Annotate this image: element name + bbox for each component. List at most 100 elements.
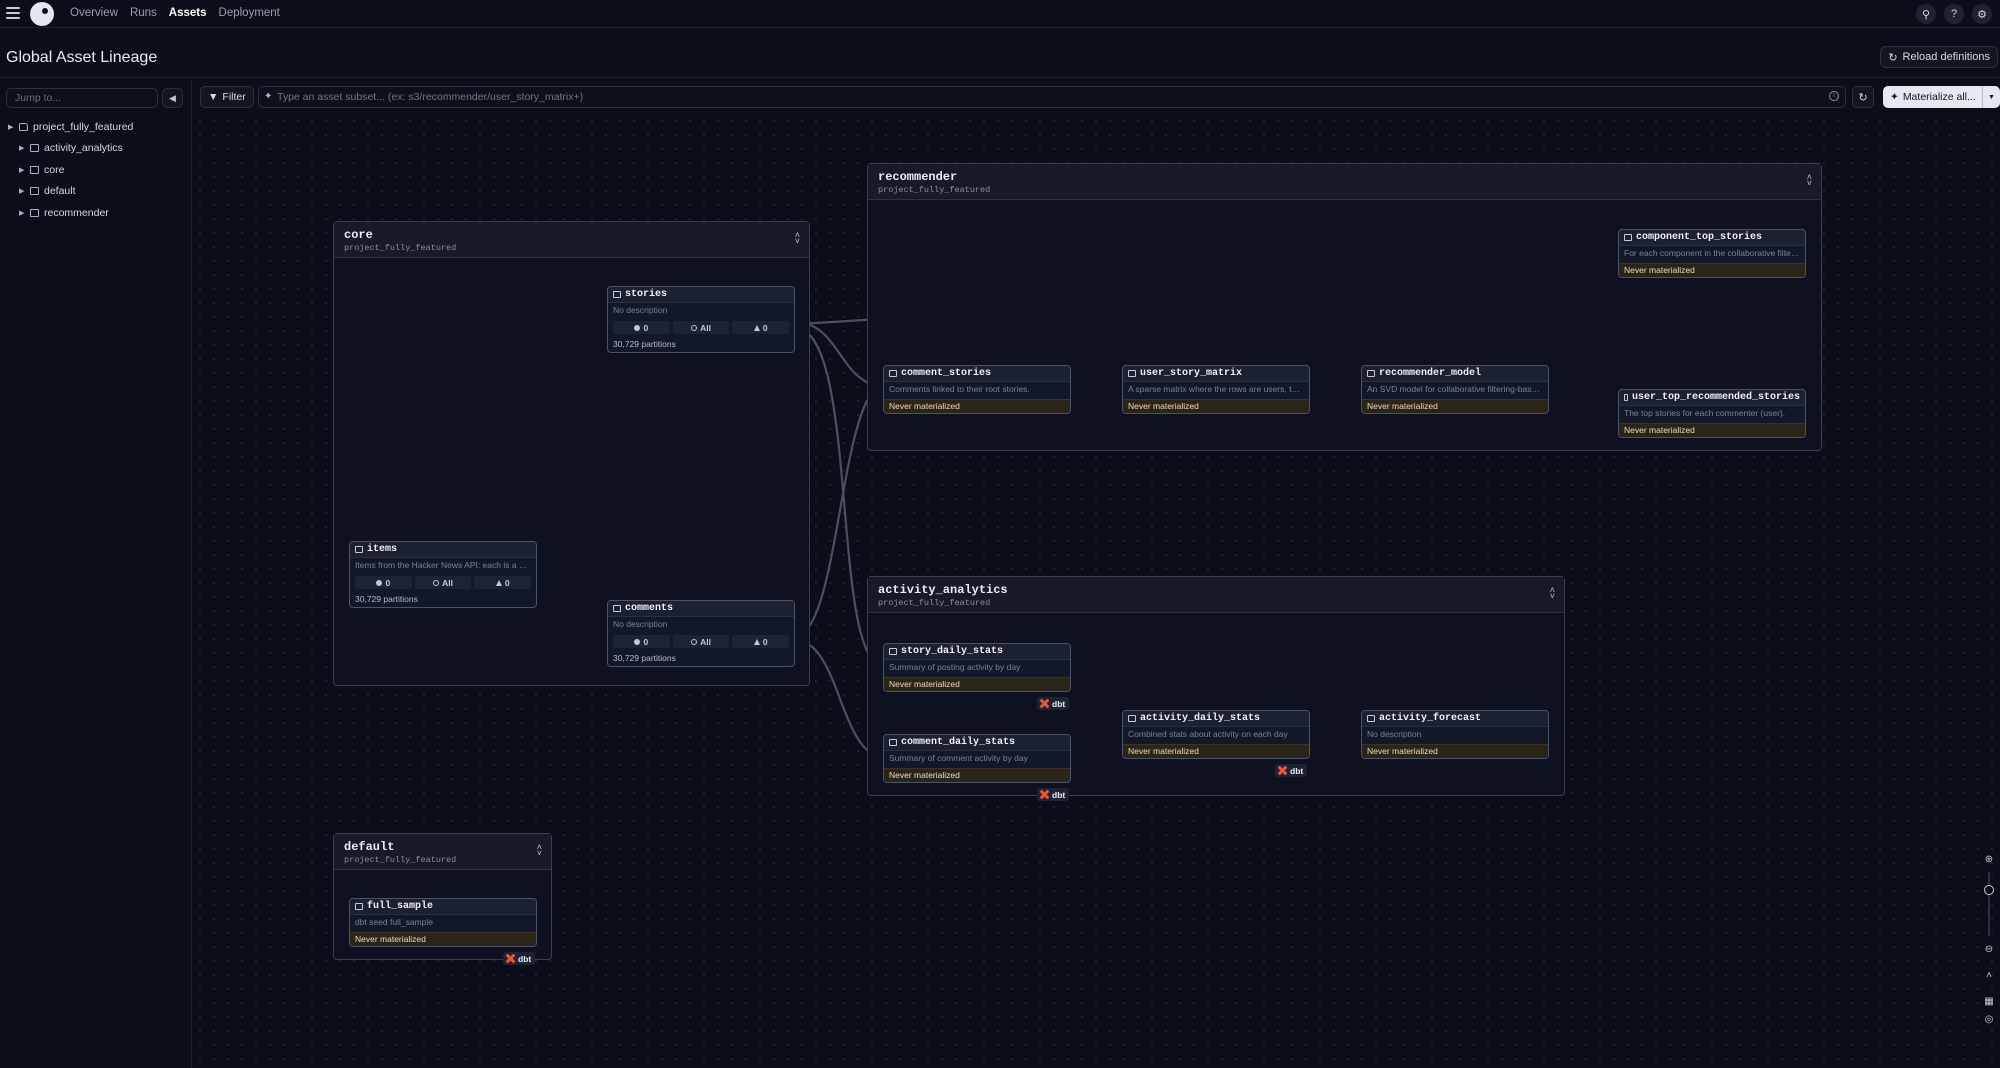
asset-node-comment-stories[interactable]: comment_stories Comments linked to their… xyxy=(883,365,1071,414)
materialization-status: Never materialized xyxy=(1123,399,1309,413)
failed-count[interactable]: 0 xyxy=(732,635,790,648)
asset-node-header: stories xyxy=(608,287,794,303)
asset-name: activity_daily_stats xyxy=(1140,713,1261,724)
table-icon xyxy=(1367,715,1375,722)
partition-stats: 0 All 0 xyxy=(608,320,794,335)
asset-node-header: full_sample xyxy=(350,899,536,915)
all-partitions[interactable]: All xyxy=(672,321,730,334)
collapse-group-icon[interactable]: ˄ ˅ xyxy=(537,843,542,858)
group-header[interactable]: activity_analytics project_fully_feature… xyxy=(868,577,1564,613)
group-header[interactable]: core project_fully_featured ˄ ˅ xyxy=(334,222,809,258)
stat-value: All xyxy=(442,577,453,588)
filled-circle-icon xyxy=(634,638,641,645)
asset-node-user-story-matrix[interactable]: user_story_matrix A sparse matrix where … xyxy=(1122,365,1310,414)
asset-node-user-top-recommended-stories[interactable]: user_top_recommended_stories The top sto… xyxy=(1618,389,1806,438)
materialization-status: Never materialized xyxy=(884,399,1070,413)
zoom-out-icon[interactable]: ⊖ xyxy=(1980,940,1998,958)
asset-node-story-daily-stats[interactable]: story_daily_stats Summary of posting act… xyxy=(883,643,1071,692)
materialization-status: Never materialized xyxy=(884,677,1070,691)
group-location: project_fully_featured xyxy=(344,243,457,253)
asset-node-stories[interactable]: stories No description 0 All 0 30,729 pa… xyxy=(607,286,795,353)
group-header[interactable]: recommender project_fully_featured ˄ ˅ xyxy=(868,164,1821,200)
collapse-group-icon[interactable]: ˄ ˅ xyxy=(1550,586,1555,601)
asset-name: stories xyxy=(625,289,668,300)
zoom-in-icon[interactable]: ⊕ xyxy=(1980,850,1998,868)
asset-name: component_top_stories xyxy=(1636,232,1763,243)
asset-node-header: activity_daily_stats xyxy=(1123,711,1309,727)
failed-count[interactable]: 0 xyxy=(474,576,532,589)
collapse-all-icon[interactable]: ˄ xyxy=(1980,966,1998,984)
warning-icon xyxy=(495,579,502,586)
asset-node-header: recommender_model xyxy=(1362,366,1548,382)
asset-node-recommender-model[interactable]: recommender_model An SVD model for colla… xyxy=(1361,365,1549,414)
all-partitions[interactable]: All xyxy=(414,576,472,589)
asset-node-comments[interactable]: comments No description 0 All 0 30,729 p… xyxy=(607,600,795,667)
lineage-edges xyxy=(536,250,1618,759)
materialized-count[interactable]: 0 xyxy=(613,635,670,648)
asset-node-items[interactable]: items Items from the Hacker News API: ea… xyxy=(349,541,537,608)
table-icon xyxy=(1128,370,1136,377)
asset-description: The top stories for each commenter (user… xyxy=(1624,408,1786,418)
group-header[interactable]: default project_fully_featured ˄ ˅ xyxy=(334,834,551,870)
asset-description: Items from the Hacker News API: each is … xyxy=(355,560,536,570)
table-icon xyxy=(889,648,897,655)
asset-node-header: story_daily_stats xyxy=(884,644,1070,660)
all-partitions[interactable]: All xyxy=(672,635,730,648)
asset-node-header: component_top_stories xyxy=(1619,230,1805,246)
zoom-controls: ⊕ ⊖ ˄ ▦ ◎ xyxy=(1980,850,1998,1028)
asset-node-comment-daily-stats[interactable]: comment_daily_stats Summary of comment a… xyxy=(883,734,1071,783)
collapse-group-icon[interactable]: ˄ ˅ xyxy=(1807,173,1812,188)
asset-name: full_sample xyxy=(367,901,434,912)
asset-description: No description xyxy=(613,305,668,315)
asset-node-component-top-stories[interactable]: component_top_stories For each component… xyxy=(1618,229,1806,278)
asset-name: items xyxy=(367,544,398,555)
materialization-status: Never materialized xyxy=(350,932,536,946)
asset-node-header: comment_stories xyxy=(884,366,1070,382)
zoom-slider[interactable] xyxy=(1980,868,1998,940)
partition-count: 30,729 partitions xyxy=(355,594,418,604)
asset-node-activity-daily-stats[interactable]: activity_daily_stats Combined stats abou… xyxy=(1122,710,1310,759)
dbt-icon xyxy=(1040,699,1049,708)
layout-icon[interactable]: ▦ xyxy=(1980,992,1998,1010)
partition-stats: 0 All 0 xyxy=(608,634,794,649)
table-icon xyxy=(889,370,897,377)
group-location: project_fully_featured xyxy=(344,855,457,865)
stat-value: 0 xyxy=(762,322,768,333)
filled-circle-icon xyxy=(376,579,383,586)
export-icon[interactable]: ◎ xyxy=(1980,1010,1998,1028)
asset-description: dbt seed full_sample xyxy=(355,917,433,927)
asset-node-header: activity_forecast xyxy=(1362,711,1548,727)
asset-name: story_daily_stats xyxy=(901,646,1004,657)
materialization-status: Never materialized xyxy=(1619,423,1805,437)
dbt-label: dbt xyxy=(1052,698,1066,709)
stat-value: 0 xyxy=(504,577,510,588)
stat-value: 0 xyxy=(762,636,768,647)
warning-icon xyxy=(753,638,760,645)
partition-count: 30,729 partitions xyxy=(613,339,676,349)
asset-node-header: comment_daily_stats xyxy=(884,735,1070,751)
table-icon xyxy=(613,291,621,298)
asset-node-full-sample[interactable]: full_sample dbt seed full_sample Never m… xyxy=(349,898,537,947)
zoom-slider-handle[interactable] xyxy=(1984,885,1994,895)
failed-count[interactable]: 0 xyxy=(732,321,790,334)
filled-circle-icon xyxy=(634,324,641,331)
asset-node-header: user_top_recommended_stories xyxy=(1619,390,1805,406)
table-icon xyxy=(1624,234,1632,241)
materialization-status: Never materialized xyxy=(1362,744,1548,758)
warning-icon xyxy=(753,324,760,331)
materialized-count[interactable]: 0 xyxy=(613,321,670,334)
asset-description: Summary of comment activity by day xyxy=(889,753,1028,763)
partition-stats: 0 All 0 xyxy=(350,575,536,590)
group-name: recommender xyxy=(878,170,958,184)
materialized-count[interactable]: 0 xyxy=(355,576,412,589)
stat-value: All xyxy=(700,636,711,647)
asset-name: comments xyxy=(625,603,674,614)
asset-name: recommender_model xyxy=(1379,368,1482,379)
dbt-label: dbt xyxy=(1052,789,1066,800)
collapse-group-icon[interactable]: ˄ ˅ xyxy=(795,231,800,246)
asset-node-activity-forecast[interactable]: activity_forecast No description Never m… xyxy=(1361,710,1549,759)
asset-node-header: user_story_matrix xyxy=(1123,366,1309,382)
stat-value: 0 xyxy=(643,322,649,333)
table-icon xyxy=(1624,394,1628,401)
group-name: default xyxy=(344,840,395,854)
